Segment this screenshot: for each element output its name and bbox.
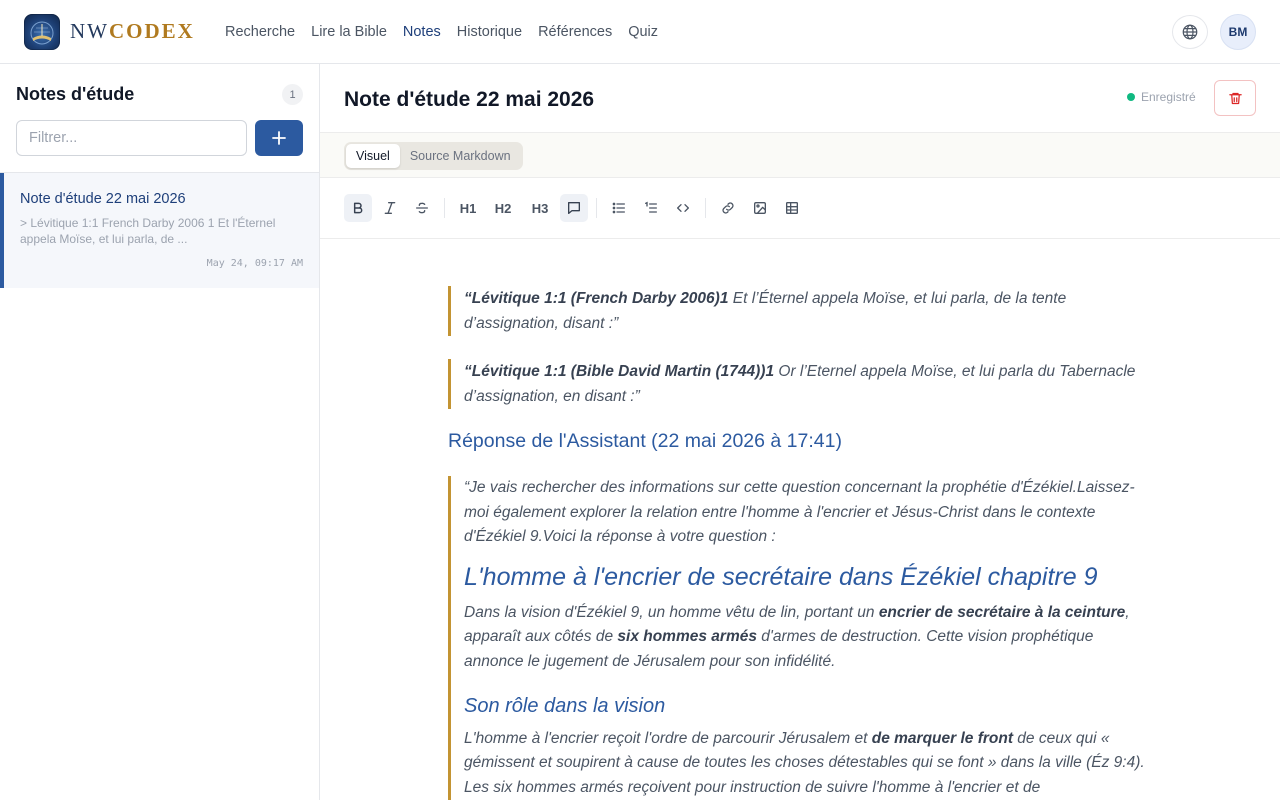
verse-reference: “Lévitique 1:1 (Bible David Martin (1744… <box>464 363 775 380</box>
note-item-date: May 24, 09:17 AM <box>206 258 303 269</box>
table-icon <box>786 202 798 214</box>
heading-1-button[interactable]: H1 <box>454 194 482 222</box>
brand-wordmark[interactable]: NWCODEX <box>70 19 195 43</box>
table-button[interactable] <box>778 194 806 222</box>
strikethrough-icon <box>416 202 428 214</box>
nav-lire-la-bible[interactable]: Lire la Bible <box>311 22 387 42</box>
response-heading-1: L'homme à l'encrier de secrétaire dans É… <box>464 562 1098 591</box>
language-button[interactable] <box>1172 15 1208 49</box>
note-item-title: Note d'étude 22 mai 2026 <box>20 191 186 207</box>
response-paragraph-2: L'homme à l'encrier reçoit l'ordre de pa… <box>464 729 1145 796</box>
response-intro: “Je vais rechercher des informations sur… <box>464 479 1135 546</box>
toolbar-separator <box>444 198 445 218</box>
note-editor: Note d'étude 22 mai 2026 Enregistré Visu… <box>320 64 1280 800</box>
mode-toggle: Visuel Source Markdown <box>344 142 523 170</box>
nav-historique[interactable]: Historique <box>457 22 522 42</box>
nav-quiz[interactable]: Quiz <box>628 22 658 42</box>
image-icon <box>754 202 766 214</box>
logo-icon[interactable] <box>24 14 60 50</box>
globe-icon <box>1182 24 1198 40</box>
top-bar: NWCODEX Recherche Lire la Bible Notes Hi… <box>0 0 1280 64</box>
bullet-list-button[interactable] <box>605 194 633 222</box>
bullet-list-icon <box>612 202 625 214</box>
plus-icon <box>272 131 286 145</box>
user-avatar[interactable]: BM <box>1220 14 1256 50</box>
bold-button[interactable] <box>344 194 372 222</box>
mode-bar: Visuel Source Markdown <box>320 132 1280 178</box>
image-button[interactable] <box>746 194 774 222</box>
toolbar-separator <box>705 198 706 218</box>
italic-icon <box>384 202 396 214</box>
assistant-response-heading: Réponse de l'Assistant (22 mai 2026 à 17… <box>448 430 842 452</box>
notes-sidebar: Notes d'étude 1 Note d'étude 22 mai 2026… <box>0 64 320 800</box>
note-title[interactable]: Note d'étude 22 mai 2026 <box>344 87 594 113</box>
verse-reference: “Lévitique 1:1 (French Darby 2006)1 <box>464 290 729 307</box>
trash-icon <box>1228 92 1242 104</box>
formatting-toolbar: H1 H2 H3 <box>320 178 1280 239</box>
heading-3-button[interactable]: H3 <box>526 194 554 222</box>
heading-2-button[interactable]: H2 <box>489 194 517 222</box>
save-status-label: Enregistré <box>1141 90 1196 104</box>
editor-content[interactable]: “Lévitique 1:1 (French Darby 2006)1 Et l… <box>320 239 1280 800</box>
nav-notes[interactable]: Notes <box>403 22 441 42</box>
link-button[interactable] <box>714 194 742 222</box>
ordered-list-icon <box>645 201 657 213</box>
notes-count-badge: 1 <box>282 84 303 105</box>
link-icon <box>722 202 734 214</box>
toolbar-separator <box>596 198 597 218</box>
note-list-item[interactable]: Note d'étude 22 mai 2026 > Lévitique 1:1… <box>0 173 319 288</box>
mode-source-tab[interactable]: Source Markdown <box>400 144 521 168</box>
delete-note-button[interactable] <box>1214 80 1256 116</box>
code-icon <box>677 204 689 212</box>
save-status: Enregistré <box>1127 90 1196 104</box>
nav-references[interactable]: Références <box>538 22 612 42</box>
blockquote-verse-darby: “Lévitique 1:1 (French Darby 2006)1 Et l… <box>448 286 1148 336</box>
brand-codex: CODEX <box>109 19 195 43</box>
filter-input[interactable] <box>16 120 247 156</box>
blockquote-verse-martin: “Lévitique 1:1 (Bible David Martin (1744… <box>448 359 1148 409</box>
main-nav: Recherche Lire la Bible Notes Historique… <box>225 22 658 42</box>
response-heading-2: Son rôle dans la vision <box>464 694 666 717</box>
nav-recherche[interactable]: Recherche <box>225 22 295 42</box>
blockquote-button[interactable] <box>560 194 588 222</box>
status-dot-icon <box>1127 93 1135 101</box>
sidebar-title: Notes d'étude <box>16 84 135 104</box>
code-button[interactable] <box>669 194 697 222</box>
response-paragraph-1: Dans la vision d'Ézékiel 9, un homme vêt… <box>464 603 1130 670</box>
assistant-response-blockquote: “Je vais rechercher des informations sur… <box>448 476 1148 800</box>
quote-bubble-icon <box>568 202 580 214</box>
add-note-button[interactable] <box>255 120 303 156</box>
brand-nw: NW <box>70 19 109 43</box>
mode-visual-tab[interactable]: Visuel <box>346 144 400 168</box>
ordered-list-button[interactable] <box>637 194 665 222</box>
note-item-preview: > Lévitique 1:1 French Darby 2006 1 Et l… <box>20 216 276 246</box>
strikethrough-button[interactable] <box>408 194 436 222</box>
bold-icon <box>353 202 363 214</box>
italic-button[interactable] <box>376 194 404 222</box>
